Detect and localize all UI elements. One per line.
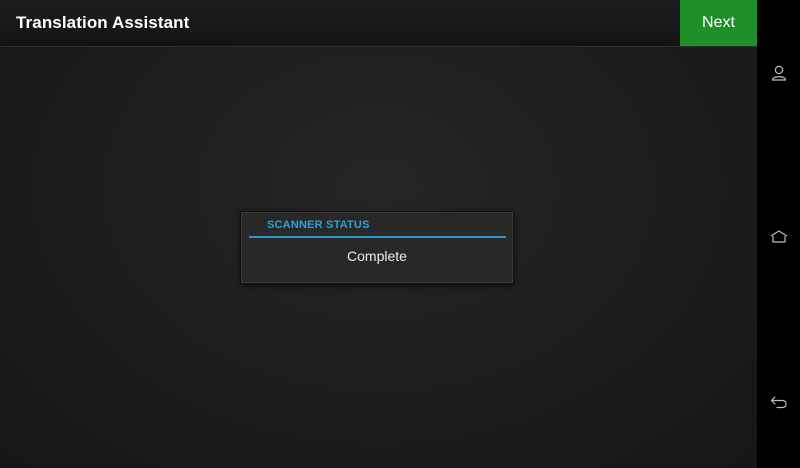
screen: Translation Assistant Next SCANNER STATU… [0, 0, 800, 468]
dialog-title: SCANNER STATUS [267, 219, 370, 231]
next-button[interactable]: Next [680, 0, 757, 46]
dialog-message: Complete [347, 248, 407, 264]
person-icon [771, 65, 786, 81]
nav-back-button[interactable] [766, 389, 791, 414]
app-title: Translation Assistant [16, 13, 190, 32]
scanner-status-dialog: SCANNER STATUS Complete [241, 212, 513, 283]
home-icon [770, 229, 787, 243]
app-content: Translation Assistant Next SCANNER STATU… [0, 0, 757, 468]
action-bar: Translation Assistant Next [0, 0, 757, 47]
nav-person-button[interactable] [766, 60, 791, 85]
back-icon [770, 395, 787, 408]
nav-home-button[interactable] [766, 224, 791, 249]
dialog-divider [249, 236, 506, 238]
system-nav-bar [757, 0, 800, 468]
